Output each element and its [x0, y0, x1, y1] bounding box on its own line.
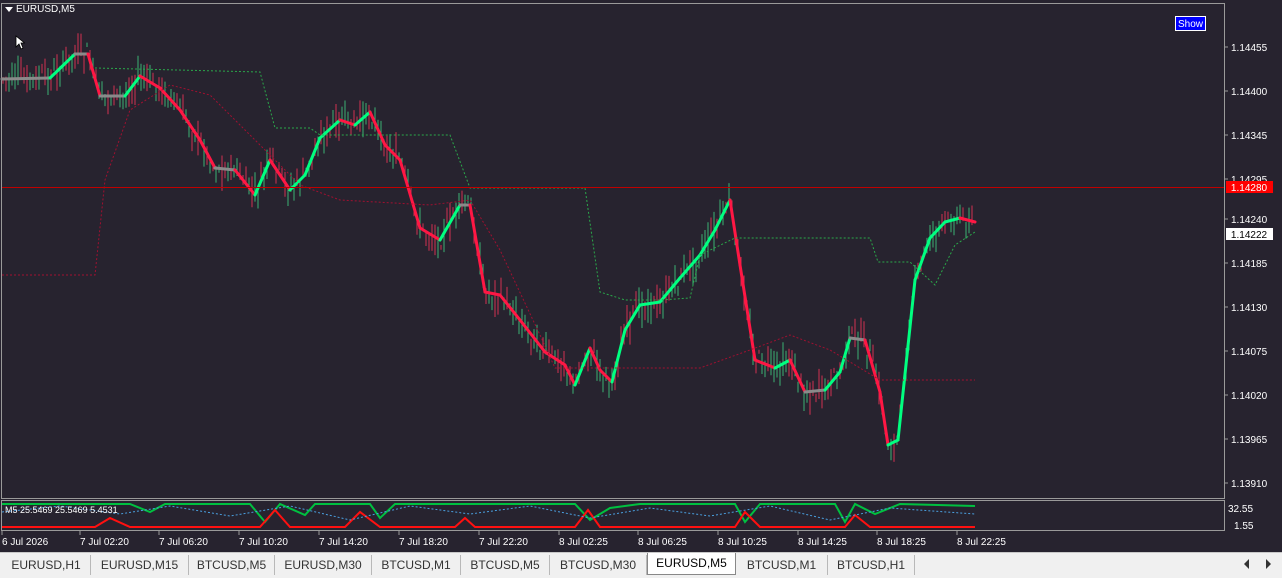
tab-eurusd-m5[interactable]: EURUSD,M5	[647, 553, 736, 575]
price-tick-label: 1.14455	[1231, 43, 1268, 54]
oscillator-label: M5 25.5469 25.5469 5.4531	[5, 505, 118, 515]
tab-btcusd-m1[interactable]: BTCUSD,M1	[736, 555, 828, 575]
indicator-segment	[398, 158, 422, 230]
tab-scroll-right-icon[interactable]	[1266, 559, 1271, 569]
indicator-segment	[518, 318, 547, 354]
indicator-segment	[803, 388, 827, 394]
main-plot-frame	[1, 3, 1225, 499]
time-tick-label: 7 Jul 06:20	[159, 537, 208, 548]
indicator-segment	[848, 336, 867, 342]
time-tick-label: 7 Jul 22:20	[479, 537, 528, 548]
price-tick-label: 1.14075	[1231, 347, 1268, 358]
indicator-segment	[213, 166, 237, 172]
time-tick-label: 8 Jul 22:25	[957, 537, 1006, 548]
indicator-segment	[418, 226, 442, 242]
tab-scroll-left-icon[interactable]	[1244, 559, 1249, 569]
time-tick-label: 6 Jul 2026	[2, 537, 49, 548]
time-axis: 6 Jul 2026 7 Jul 02:20 7 Jul 06:20 7 Jul 10…	[1, 531, 1006, 548]
indicator-lines	[0, 52, 977, 447]
chart-title-text: EURUSD,M5	[16, 4, 75, 15]
indicator-segment	[728, 198, 742, 267]
chart-canvas[interactable]: 1.144551.144001.143451.142951.142401.141…	[0, 0, 1282, 552]
time-tick-label: 7 Jul 14:20	[319, 537, 368, 548]
mouse-cursor-icon	[15, 35, 25, 50]
current-price-label: 1.14280	[1231, 183, 1268, 194]
indicator-segment	[483, 290, 502, 297]
indicator-segment	[468, 203, 487, 294]
price-tick-label: 1.13965	[1231, 435, 1268, 446]
oscillator-lines	[1, 502, 976, 528]
indicator-segment	[896, 278, 917, 442]
chart-title[interactable]: EURUSD,M5	[5, 4, 75, 15]
price-tick-label: 1.14400	[1231, 87, 1268, 98]
oscillator-line	[2, 508, 975, 528]
tab-btcusd-m5[interactable]: BTCUSD,M5	[189, 555, 275, 575]
price-tick-label: 1.14185	[1231, 259, 1268, 270]
time-tick-label: 8 Jul 10:25	[718, 537, 767, 548]
tab-eurusd-m30[interactable]: EURUSD,M30	[275, 555, 372, 575]
envelope-line	[94, 67, 976, 301]
bid-price-label: 1.14222	[1231, 230, 1268, 241]
price-tick-label: 1.14130	[1231, 303, 1268, 314]
time-tick-label: 8 Jul 18:25	[877, 537, 926, 548]
oscillator-axis-high: 32.55	[1228, 504, 1253, 515]
indicator-segment	[178, 108, 202, 142]
indicator-segment	[928, 220, 947, 240]
indicator-segment	[738, 263, 757, 362]
time-tick-label: 7 Jul 10:20	[239, 537, 288, 548]
tab-eurusd-m15[interactable]: EURUSD,M15	[91, 555, 189, 575]
chart-window[interactable]: 1.14455 1.14400 1.14345 1.14295 1.14240 1.141…	[0, 0, 1282, 552]
tab-btcusd-m30[interactable]: BTCUSD,M30	[550, 555, 647, 575]
indicator-segment	[658, 276, 682, 304]
price-axis: 1.144551.144001.143451.142951.142401.141…	[1224, 43, 1268, 490]
price-tick-label: 1.14345	[1231, 131, 1268, 142]
indicator-segment	[498, 293, 522, 322]
dropdown-triangle-icon[interactable]	[5, 7, 13, 12]
indicator-segment	[958, 216, 977, 224]
tab-eurusd-h1[interactable]: EURUSD,H1	[2, 555, 91, 575]
oscillator-axis-low: 1.55	[1234, 521, 1254, 532]
indicator-segment	[943, 216, 962, 224]
indicator-segment	[0, 76, 52, 81]
candlesticks	[2, 33, 973, 462]
time-tick-label: 7 Jul 18:20	[399, 537, 448, 548]
oscillator-line	[1, 505, 976, 521]
indicator-segment	[823, 370, 842, 392]
price-tick-label: 1.14240	[1231, 215, 1268, 226]
time-tick-label: 7 Jul 02:20	[80, 537, 129, 548]
price-tick-label: 1.14020	[1231, 391, 1268, 402]
oscillator-line	[2, 502, 976, 525]
indicator-segment	[253, 158, 272, 197]
price-tick-label: 1.13910	[1231, 479, 1268, 490]
show-button[interactable]: Show	[1175, 16, 1206, 31]
time-tick-label: 8 Jul 14:25	[798, 537, 847, 548]
indicator-segment	[838, 336, 852, 374]
tab-btcusd-m1[interactable]: BTCUSD,M1	[372, 555, 461, 575]
envelope-line	[2, 84, 975, 381]
time-tick-label: 8 Jul 06:25	[638, 537, 687, 548]
time-tick-label: 8 Jul 02:25	[559, 537, 608, 548]
chart-tabs-bar: EURUSD,H1 EURUSD,M15 BTCUSD,M5 EURUSD,M30 BT…	[0, 552, 1282, 578]
indicator-segment	[86, 52, 102, 98]
indicator-segment	[878, 390, 890, 447]
tab-btcusd-m5[interactable]: BTCUSD,M5	[461, 555, 550, 575]
tab-btcusd-h1[interactable]: BTCUSD,H1	[828, 555, 915, 575]
